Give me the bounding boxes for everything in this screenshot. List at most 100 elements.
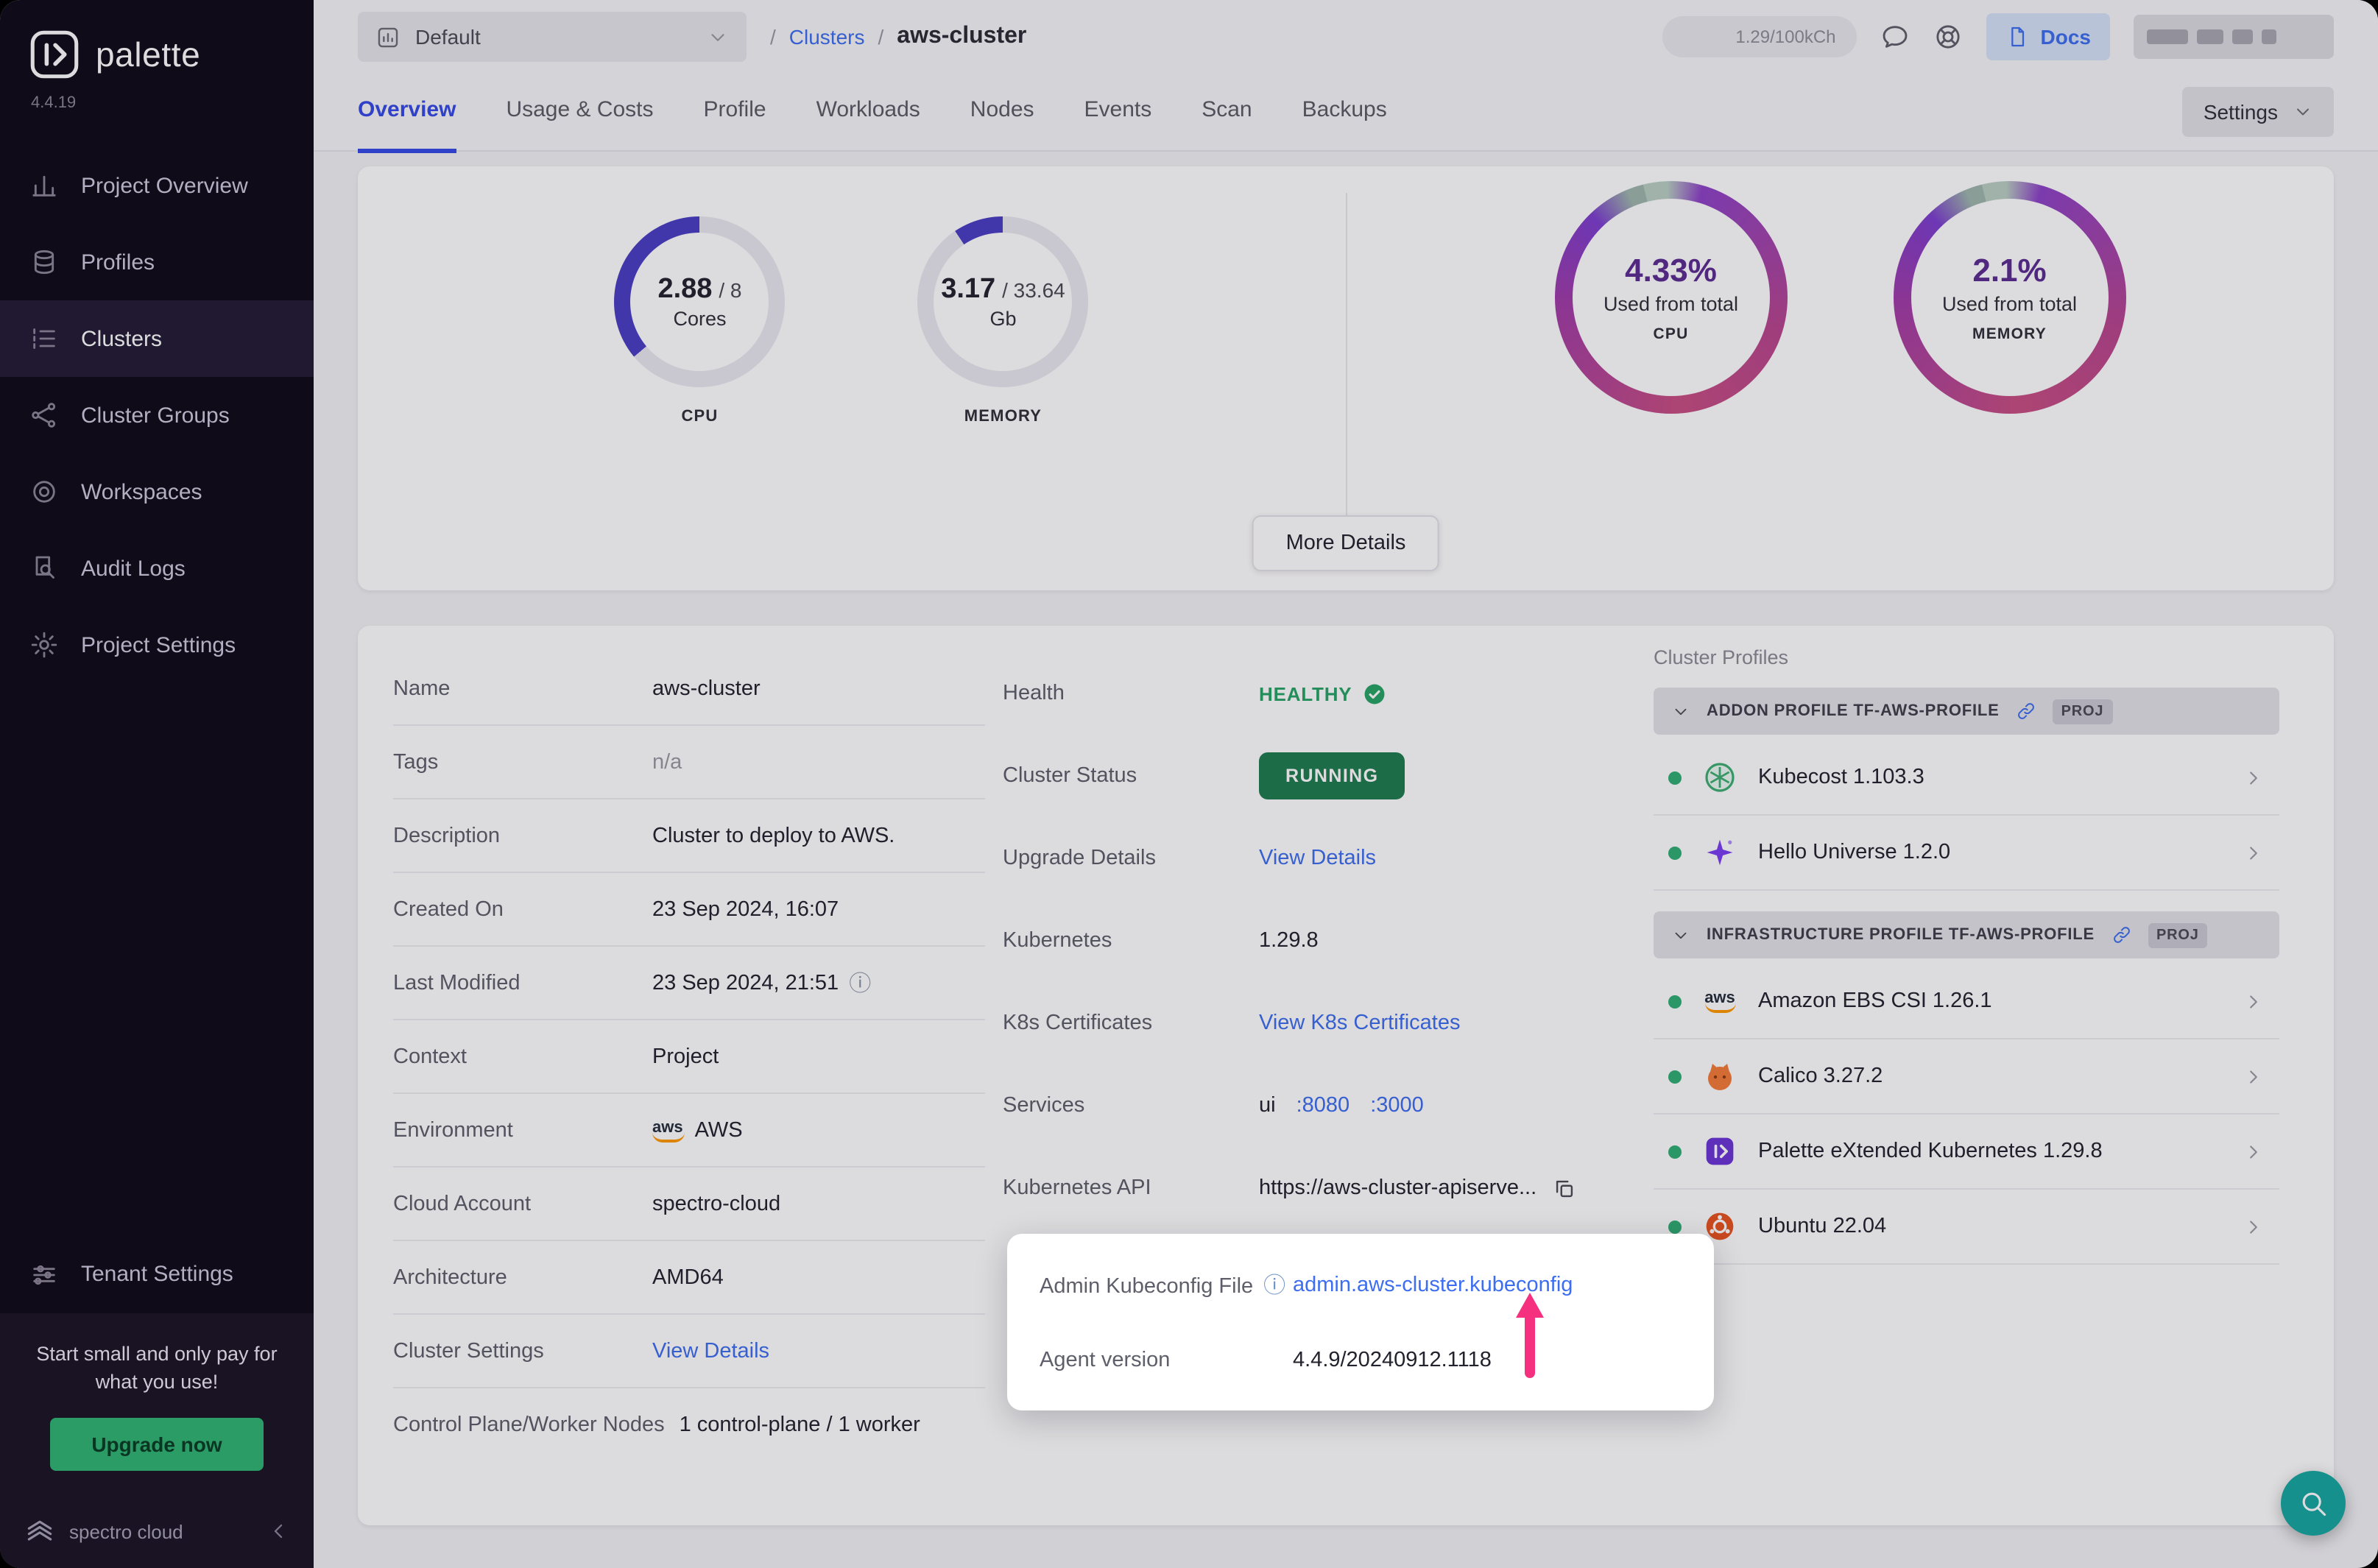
- aws-logo-icon: aws: [652, 1118, 685, 1142]
- app-version: 4.4.19: [31, 94, 77, 112]
- chevron-right-icon: [2243, 1140, 2265, 1162]
- sidebar-item-workspaces[interactable]: Workspaces: [0, 453, 314, 530]
- bar-chart-icon: [29, 171, 59, 200]
- usage-quota-pill: 1.29/100kCh: [1662, 16, 1857, 57]
- link-icon[interactable]: [2016, 701, 2036, 721]
- sidebar: palette 4.4.19 Project Overview Profiles…: [0, 0, 314, 1568]
- help-icon[interactable]: [1933, 22, 1963, 52]
- utilization-card: 2.88 / 8 Cores CPU 3.17 / 33.64 Gb MEMOR…: [358, 166, 2334, 590]
- breadcrumb: / Clusters / aws-cluster: [770, 24, 1026, 50]
- usage-rings: 4.33% Used from total CPU 2.1% Used from…: [1347, 166, 2334, 590]
- cluster-info-column: Name aws-cluster Tags n/a Description Cl…: [393, 652, 985, 1461]
- detail-row-context: Context Project: [393, 1020, 985, 1094]
- proj-badge: PROJ: [2148, 922, 2208, 947]
- info-icon[interactable]: ⓘ: [849, 967, 871, 998]
- chevron-right-icon: [2243, 1065, 2265, 1087]
- sidebar-item-label: Tenant Settings: [81, 1262, 233, 1288]
- link-icon[interactable]: [2111, 925, 2131, 945]
- kubecost-icon: [1701, 758, 1739, 797]
- breadcrumb-separator: /: [770, 25, 776, 49]
- sidebar-item-audit-logs[interactable]: Audit Logs: [0, 530, 314, 607]
- doc-search-icon: [29, 554, 59, 583]
- cpu-used-value: 2.88: [657, 274, 713, 305]
- cpu-unit: Cores: [673, 308, 727, 330]
- sidebar-footer: spectro cloud: [0, 1494, 314, 1568]
- usage-gauges: 2.88 / 8 Cores CPU 3.17 / 33.64 Gb MEMOR…: [358, 166, 1345, 590]
- spectro-cloud-logo-icon: [24, 1515, 56, 1547]
- chevron-down-icon: [1671, 925, 1690, 944]
- brand-name: palette: [96, 35, 201, 73]
- more-details-button[interactable]: More Details: [1252, 515, 1440, 571]
- sidebar-item-label: Clusters: [81, 326, 163, 351]
- settings-button[interactable]: Settings: [2182, 87, 2334, 137]
- profile-group-name: ADDON PROFILE TF-AWS-PROFILE: [1707, 702, 2000, 720]
- detail-row-agent-version: Agent version 4.4.9/20240912.1118: [1040, 1348, 1492, 1371]
- tab-scan[interactable]: Scan: [1202, 71, 1252, 152]
- tab-profile[interactable]: Profile: [704, 71, 766, 152]
- cpu-gauge-label: CPU: [681, 408, 719, 425]
- profile-item-palette-extended-kubernetes[interactable]: Palette eXtended Kubernetes 1.29.8: [1654, 1115, 2279, 1190]
- detail-row-name: Name aws-cluster: [393, 652, 985, 726]
- infrastructure-profile-header[interactable]: INFRASTRUCTURE PROFILE TF-AWS-PROFILE PR…: [1654, 911, 2279, 958]
- profile-item-amazon-ebs-csi[interactable]: aws Amazon EBS CSI 1.26.1: [1654, 964, 2279, 1039]
- chevron-right-icon: [2243, 1215, 2265, 1237]
- upgrade-now-button[interactable]: Upgrade now: [50, 1418, 264, 1471]
- memory-used-value: 3.17: [941, 274, 996, 305]
- memory-gauge-label: MEMORY: [964, 408, 1042, 425]
- tab-usage-costs[interactable]: Usage & Costs: [506, 71, 653, 152]
- addon-profile-header[interactable]: ADDON PROFILE TF-AWS-PROFILE PROJ: [1654, 688, 2279, 735]
- sidebar-item-project-settings[interactable]: Project Settings: [0, 607, 314, 683]
- sidebar-item-cluster-groups[interactable]: Cluster Groups: [0, 377, 314, 453]
- memory-total-value: / 33.64: [1002, 278, 1065, 302]
- infrastructure-profile-group: INFRASTRUCTURE PROFILE TF-AWS-PROFILE PR…: [1654, 911, 2279, 1265]
- chat-icon[interactable]: [1880, 22, 1910, 52]
- nodes-icon: [29, 400, 59, 430]
- cpu-usage-donut: 2.88 / 8 Cores: [614, 216, 786, 387]
- detail-row-kubernetes: Kubernetes 1.29.8: [1003, 929, 1319, 953]
- copy-icon[interactable]: [1551, 1176, 1576, 1201]
- collapse-sidebar-icon[interactable]: [267, 1519, 290, 1543]
- sliders-icon: [29, 1260, 59, 1290]
- docs-label: Docs: [2040, 25, 2091, 49]
- sidebar-item-label: Project Overview: [81, 173, 248, 198]
- addon-profile-group: ADDON PROFILE TF-AWS-PROFILE PROJ Kubeco…: [1654, 688, 2279, 891]
- sidebar-item-label: Audit Logs: [81, 556, 186, 581]
- tab-overview[interactable]: Overview: [358, 71, 456, 152]
- sidebar-item-tenant-settings[interactable]: Tenant Settings: [0, 1237, 314, 1313]
- sidebar-item-label: Cluster Groups: [81, 403, 230, 428]
- project-selector[interactable]: Default: [358, 12, 747, 62]
- sidebar-item-project-overview[interactable]: Project Overview: [0, 147, 314, 224]
- kubeconfig-spotlight-card: Admin Kubeconfig File ⓘ admin.aws-cluster…: [1007, 1234, 1714, 1410]
- tab-backups[interactable]: Backups: [1302, 71, 1387, 152]
- cpu-percent-value: 4.33%: [1625, 252, 1717, 289]
- service-port-3000-link[interactable]: :3000: [1370, 1094, 1424, 1117]
- sidebar-item-clusters[interactable]: Clusters: [0, 300, 314, 377]
- cpu-percent-ring: 4.33% Used from total CPU: [1554, 181, 1788, 414]
- view-k8s-certificates-link[interactable]: View K8s Certificates: [1259, 1011, 1460, 1035]
- profile-item-hello-universe[interactable]: Hello Universe 1.2.0: [1654, 816, 2279, 891]
- breadcrumb-clusters-link[interactable]: Clusters: [789, 25, 865, 49]
- cluster-status-column: Health HEALTHY Cluster Status RUNNING Up…: [1003, 652, 1601, 1229]
- docs-button[interactable]: Docs: [1986, 13, 2110, 60]
- service-port-8080-link[interactable]: :8080: [1296, 1094, 1350, 1117]
- cluster-settings-view-details-link[interactable]: View Details: [652, 1339, 769, 1363]
- tab-nodes[interactable]: Nodes: [970, 71, 1034, 152]
- list-icon: [29, 324, 59, 353]
- sidebar-item-profiles[interactable]: Profiles: [0, 224, 314, 300]
- palette-pxk-icon: [1701, 1132, 1739, 1170]
- layers-icon: [29, 247, 59, 277]
- tab-workloads[interactable]: Workloads: [816, 71, 920, 152]
- profile-item-calico[interactable]: Calico 3.27.2: [1654, 1039, 2279, 1115]
- profile-group-name: INFRASTRUCTURE PROFILE TF-AWS-PROFILE: [1707, 926, 2095, 944]
- profile-item-ubuntu[interactable]: Ubuntu 22.04: [1654, 1190, 2279, 1265]
- info-icon[interactable]: ⓘ: [1263, 1274, 1285, 1299]
- search-icon: [2297, 1487, 2329, 1519]
- tab-events[interactable]: Events: [1084, 71, 1152, 152]
- upgrade-view-details-link[interactable]: View Details: [1259, 847, 1376, 870]
- cpu-total-value: / 8: [719, 278, 742, 302]
- running-status-badge: RUNNING: [1259, 752, 1405, 799]
- chevron-down-icon: [2293, 102, 2313, 122]
- search-fab[interactable]: [2281, 1471, 2346, 1536]
- profile-item-kubecost[interactable]: Kubecost 1.103.3: [1654, 741, 2279, 816]
- upgrade-promo: Start small and only pay for what you us…: [0, 1313, 314, 1494]
